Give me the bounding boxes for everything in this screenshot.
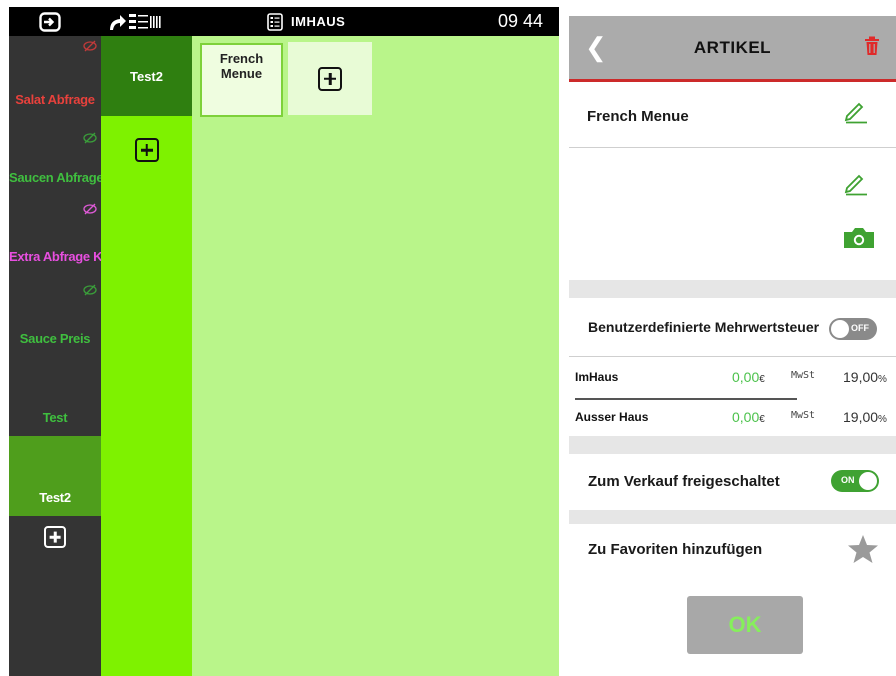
eye-slash-icon[interactable] [83,40,97,55]
pencil-icon[interactable] [843,170,869,201]
category-label: Test [42,410,68,425]
camera-icon[interactable] [841,226,877,255]
article-panel: ❮ ARTIKEL French Menue Benutzerdefiniert… [569,16,896,676]
vat-value: 19,00 [843,409,879,425]
plus-icon [44,526,66,548]
eye-slash-icon[interactable] [83,132,97,147]
category-item-test[interactable]: Test [9,356,101,436]
vat-unit: % [878,414,887,425]
route-list-icon[interactable] [108,7,168,36]
toggle-knob [831,320,849,338]
vat-value: 19,00 [843,369,879,385]
section-gap [569,510,896,524]
article-name-row: French Menue [569,82,896,148]
pencil-icon[interactable] [843,98,869,129]
article-grid: French Menue [192,36,559,676]
custom-vat-label: Benutzerdefinierte Mehrwertsteuer [588,319,820,335]
tax-row-vat: 19,00% [843,409,887,425]
section-gap [569,280,896,298]
panel-header: ❮ ARTIKEL [569,16,896,82]
favorite-label: Zu Favoriten hinzufügen [588,541,763,558]
article-label: French Menue [219,51,264,81]
subcategory-list: Test2 [101,36,192,676]
order-mode-label: IMHAUS [291,14,346,29]
category-item-salat-abfrage[interactable]: Salat Abfrage [9,36,101,116]
checklist-icon [267,12,283,31]
tax-row-imhaus: ImHaus 0,00€ MwSt 19,00% [569,364,896,390]
price-value: 0,00 [732,369,760,385]
category-item-extra-abfrage[interactable]: Extra Abfrage Kl [9,196,101,276]
divider [575,398,797,400]
currency: € [759,374,765,385]
add-category-button[interactable] [9,526,101,562]
tax-row-price[interactable]: 0,00€ [732,369,765,385]
category-item-saucen-abfrage[interactable]: Saucen Abfrage [9,116,101,196]
section-gap [569,436,896,454]
eye-slash-icon[interactable] [83,203,97,218]
favorite-row: Zu Favoriten hinzufügen [569,524,896,576]
tax-row-name: Ausser Haus [575,410,649,424]
vat-label: MwSt [791,410,816,421]
category-label: Extra Abfrage Kl [9,249,101,264]
article-name: French Menue [587,108,689,125]
exit-icon[interactable] [39,7,61,36]
tax-row-price[interactable]: 0,00€ [732,409,765,425]
top-bar: IMHAUS 09 44 [9,7,559,36]
category-item-test2[interactable]: Test2 [9,436,101,516]
sale-label: Zum Verkauf freigeschaltet [588,473,780,490]
toggle-knob [859,472,877,490]
sale-toggle[interactable]: ON [831,470,879,492]
category-label: Sauce Preis [19,331,91,346]
eye-slash-icon[interactable] [83,284,97,299]
add-subcategory-button[interactable] [101,138,192,162]
clock: 09 44 [498,11,544,31]
category-label: Saucen Abfrage [9,170,101,185]
article-tile-french-menue[interactable]: French Menue [200,43,283,117]
category-label: Test2 [39,490,71,505]
tax-row-vat: 19,00% [843,369,887,385]
ok-button[interactable]: OK [687,596,803,654]
custom-vat-toggle[interactable]: OFF [829,318,877,340]
order-mode[interactable]: IMHAUS [267,7,345,36]
sale-row: Zum Verkauf freigeschaltet ON [569,454,896,510]
category-list: Salat Abfrage Saucen Abfrage Extra Abfra… [9,36,101,676]
subcategory-item-test2[interactable]: Test2 [101,36,192,116]
currency: € [759,414,765,425]
plus-icon [318,66,342,91]
category-item-sauce-preis[interactable]: Sauce Preis [9,276,101,356]
panel-title: ARTIKEL [693,38,772,57]
add-article-button[interactable] [288,42,372,115]
tax-row-name: ImHaus [575,370,619,384]
vat-label: MwSt [791,370,816,381]
category-label: Salat Abfrage [15,92,95,107]
toggle-state: ON [841,475,855,485]
custom-vat-row: Benutzerdefinierte Mehrwertsteuer OFF [569,298,896,356]
star-icon[interactable] [847,534,879,569]
article-image-row [569,148,896,279]
divider [569,356,896,357]
plus-icon [134,138,159,162]
vat-unit: % [878,374,887,385]
tax-row-ausser-haus: Ausser Haus 0,00€ MwSt 19,00% [569,404,896,430]
price-value: 0,00 [732,409,760,425]
toggle-state: OFF [851,323,869,333]
trash-icon[interactable] [864,36,880,61]
